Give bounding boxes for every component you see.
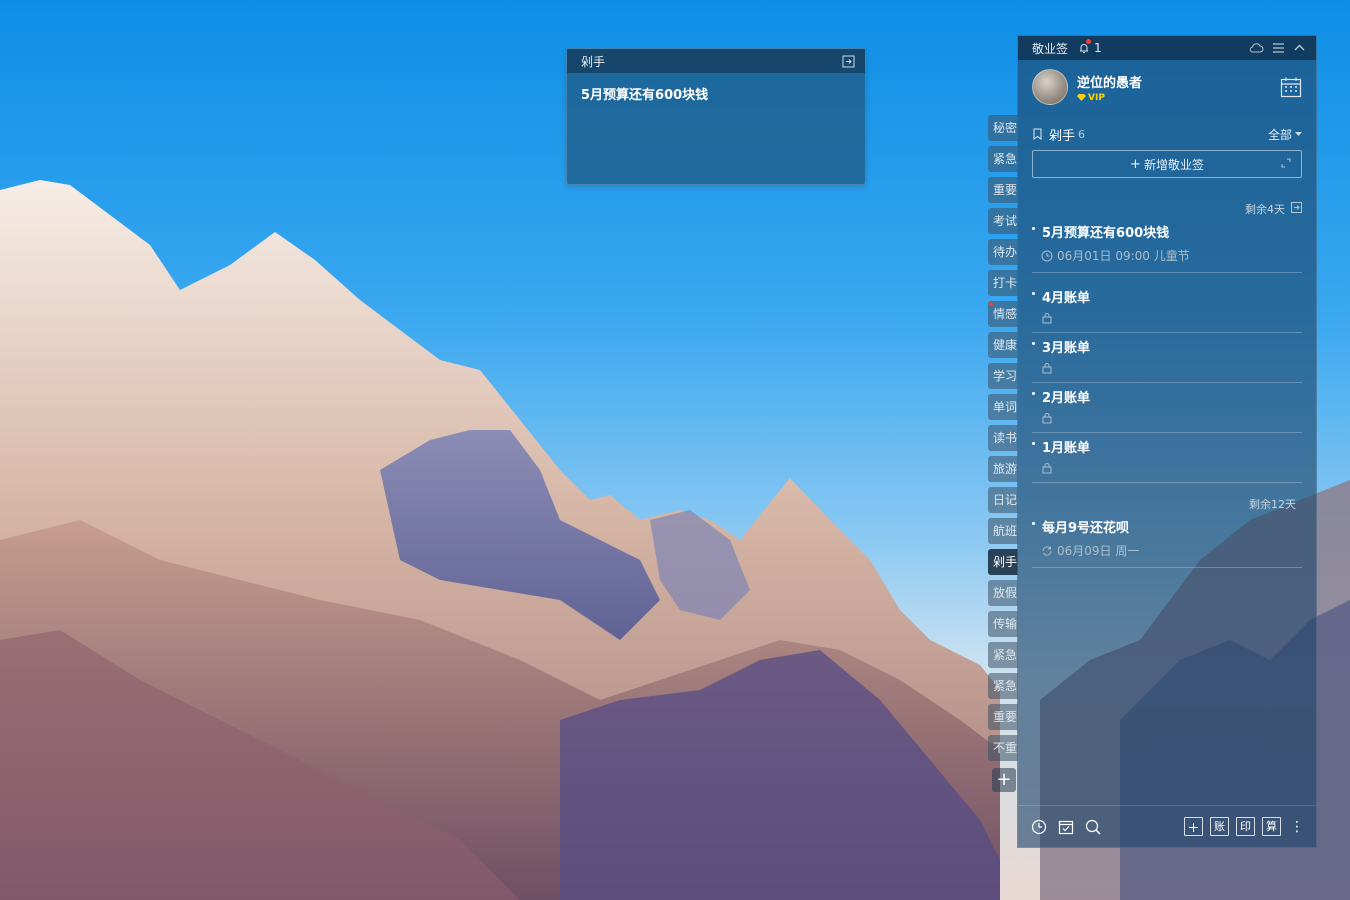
note-item[interactable]: 4月账单 — [1032, 283, 1302, 333]
dock-icon[interactable] — [841, 54, 855, 68]
clock-icon — [1031, 819, 1047, 834]
dock-icon[interactable] — [1291, 202, 1302, 216]
category-tab[interactable]: 学习 — [988, 363, 1018, 389]
category-tab[interactable]: 放假 — [988, 580, 1018, 606]
new-note-button[interactable] — [1184, 817, 1203, 836]
category-tab[interactable]: 情感 — [988, 301, 1018, 327]
history-button[interactable] — [1030, 818, 1048, 836]
bullet — [1032, 442, 1035, 445]
note-item-title: 1月账单 — [1042, 441, 1091, 456]
note-title: 剁手 — [581, 54, 606, 69]
bottom-toolbar: 账 印 算 ⋮ — [1018, 805, 1316, 847]
lock-icon — [1042, 313, 1052, 324]
plus-icon — [1189, 822, 1198, 832]
note-item[interactable]: 3月账单 — [1032, 333, 1302, 383]
category-tab[interactable]: 紧急 — [988, 146, 1018, 172]
list-header: 剁手 6 全部 — [1018, 122, 1316, 146]
category-tab[interactable]: 不重 — [988, 735, 1018, 761]
note-item-title: 每月9号还花呗 — [1042, 521, 1130, 536]
note-item-title: 5月预算还有600块钱 — [1042, 226, 1170, 241]
category-tab[interactable]: 重要 — [988, 704, 1018, 730]
category-tab[interactable]: 读书 — [988, 425, 1018, 451]
category-tab[interactable]: 重要 — [988, 177, 1018, 203]
filter-dropdown[interactable]: 全部 — [1268, 126, 1302, 143]
category-tab[interactable]: 日记 — [988, 487, 1018, 513]
note-item[interactable]: 5月预算还有600块钱 06月01日 09:00 儿童节 — [1032, 218, 1302, 273]
expand-icon[interactable] — [1281, 158, 1291, 168]
notes-panel: 敬业签 1 逆位的愚者 VIP 剁手 6 全部 + 新增敬业签 剩余4天 5月预… — [1017, 35, 1317, 848]
list-name: 剁手 — [1049, 128, 1076, 144]
category-tab[interactable]: 打卡 — [988, 270, 1018, 296]
cloud-sync-icon[interactable] — [1249, 42, 1264, 54]
group-header: 剩余4天 — [1018, 200, 1316, 218]
bullet — [1032, 392, 1035, 395]
list-count: 6 — [1078, 127, 1086, 141]
avatar[interactable] — [1032, 69, 1068, 105]
vip-label: VIP — [1088, 92, 1105, 103]
bullet — [1032, 522, 1035, 525]
print-button[interactable]: 印 — [1236, 817, 1255, 836]
bullet — [1032, 342, 1035, 345]
note-item[interactable]: 2月账单 — [1032, 383, 1302, 433]
category-tab[interactable]: 单词 — [988, 394, 1018, 420]
category-tab[interactable]: 旅游 — [988, 456, 1018, 482]
accounts-button[interactable]: 账 — [1210, 817, 1229, 836]
add-note-button[interactable]: + 新增敬业签 — [1032, 150, 1302, 178]
bullet — [1032, 292, 1035, 295]
category-tab[interactable]: 考试 — [988, 208, 1018, 234]
lock-icon — [1042, 363, 1052, 374]
lock-icon — [1042, 463, 1052, 474]
clock-icon — [1041, 250, 1053, 261]
more-vertical-icon[interactable]: ⋮ — [1290, 820, 1304, 834]
calendar-icon[interactable] — [1280, 76, 1302, 98]
note-item-meta: 06月09日 周一 — [1057, 544, 1140, 558]
category-tab[interactable]: 剁手 — [988, 549, 1018, 575]
note-item-title: 2月账单 — [1042, 391, 1091, 406]
caret-down-icon — [1295, 131, 1302, 136]
category-tab[interactable]: 健康 — [988, 332, 1018, 358]
note-item-title: 3月账单 — [1042, 341, 1091, 356]
lock-icon — [1042, 413, 1052, 424]
menu-icon[interactable] — [1272, 42, 1285, 54]
bullet — [1032, 227, 1035, 230]
note-item[interactable]: 每月9号还花呗 06月09日 周一 — [1032, 513, 1302, 568]
diamond-icon — [1077, 94, 1086, 101]
search-button[interactable] — [1084, 818, 1102, 836]
notification-bell[interactable]: 1 — [1078, 39, 1102, 55]
bookmark-icon — [1033, 128, 1042, 140]
vip-badge: VIP — [1077, 93, 1142, 103]
add-category-button[interactable]: + — [992, 768, 1016, 792]
group-header: 剩余12天 — [1018, 495, 1316, 513]
username: 逆位的愚者 — [1077, 75, 1143, 91]
app-title: 敬业签 — [1032, 41, 1069, 56]
repeat-icon — [1042, 545, 1052, 556]
collapse-icon[interactable] — [1293, 42, 1306, 54]
note-item-meta: 06月01日 09:00 儿童节 — [1057, 249, 1190, 263]
note-item-title: 4月账单 — [1042, 291, 1091, 306]
plus-icon: + — [1130, 156, 1141, 172]
category-tab[interactable]: 紧急 — [988, 673, 1018, 699]
note-content[interactable]: 5月预算还有600块钱 — [567, 73, 865, 114]
notification-count: 1 — [1094, 41, 1102, 55]
note-item[interactable]: 1月账单 — [1032, 433, 1302, 483]
notification-dot — [1086, 39, 1092, 44]
search-icon — [1085, 819, 1101, 834]
user-profile: 逆位的愚者 VIP — [1018, 60, 1316, 114]
floating-sticky-note[interactable]: 剁手 5月预算还有600块钱 — [566, 48, 866, 185]
add-note-label: 新增敬业签 — [1143, 157, 1204, 172]
remaining-days: 剩余12天 — [1249, 498, 1296, 511]
note-header[interactable]: 剁手 — [567, 49, 865, 73]
category-tab[interactable]: 秘密 — [988, 115, 1018, 141]
checklist-button[interactable] — [1057, 818, 1075, 836]
calculator-button[interactable]: 算 — [1262, 817, 1281, 836]
category-tab[interactable]: 传输 — [988, 611, 1018, 637]
check-square-icon — [1058, 820, 1074, 834]
note-list: 剩余4天 5月预算还有600块钱 06月01日 09:00 儿童节 4月账单 3月账单 2… — [1018, 200, 1316, 568]
category-tab[interactable]: 紧急 — [988, 642, 1018, 668]
filter-label: 全部 — [1267, 127, 1292, 142]
panel-titlebar[interactable]: 敬业签 1 — [1018, 36, 1316, 60]
category-tab[interactable]: 航班 — [988, 518, 1018, 544]
remaining-days: 剩余4天 — [1245, 203, 1285, 216]
category-tab[interactable]: 待办 — [988, 239, 1018, 265]
